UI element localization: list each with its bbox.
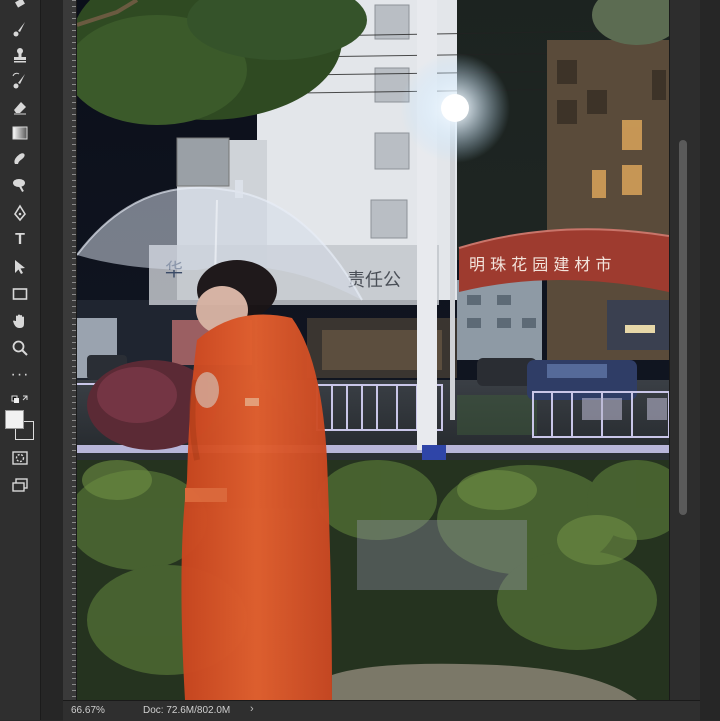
arch-sign-text: 明 珠 花 园 建 材 市	[469, 255, 612, 274]
quick-mask-icon[interactable]	[8, 447, 32, 469]
orange-coat	[181, 314, 332, 700]
foreground-color-swatch[interactable]	[5, 410, 24, 429]
type-icon[interactable]: T	[8, 229, 32, 251]
gradient-icon[interactable]	[8, 122, 32, 144]
tools-panel: T ···	[0, 0, 41, 720]
path-select-icon[interactable]	[8, 256, 32, 278]
vertical-scrollbar[interactable]	[669, 0, 700, 700]
healing-brush-icon[interactable]	[8, 0, 32, 16]
brush-icon[interactable]	[8, 18, 32, 40]
dodge-icon[interactable]	[8, 174, 32, 196]
document-canvas[interactable]: 华 责任公 明 珠 花 园 建 材 市	[77, 0, 669, 700]
eraser-icon[interactable]	[8, 96, 32, 118]
smudge-icon[interactable]	[8, 148, 32, 170]
more-tools-icon[interactable]: ···	[8, 364, 32, 386]
zoom-level[interactable]: 66.67%	[71, 705, 105, 716]
status-menu-arrow-icon[interactable]: ›	[250, 703, 254, 715]
pen-icon[interactable]	[8, 202, 32, 224]
window-edge	[700, 0, 720, 720]
hand-icon[interactable]	[8, 310, 32, 332]
screen-mode-icon[interactable]	[8, 474, 32, 496]
panel-gap	[41, 0, 63, 720]
history-brush-icon[interactable]	[8, 70, 32, 92]
zoom-icon[interactable]	[8, 337, 32, 359]
status-bar: 66.67% Doc: 72.6M/802.0M ›	[63, 700, 700, 721]
rectangle-icon[interactable]	[8, 283, 32, 305]
stamp-icon[interactable]	[8, 44, 32, 66]
photo: 华 责任公 明 珠 花 园 建 材 市	[77, 0, 669, 700]
document-size-info: Doc: 72.6M/802.0M	[143, 705, 231, 716]
vertical-ruler	[63, 0, 77, 700]
scrollbar-thumb[interactable]	[679, 140, 687, 515]
color-swatches[interactable]	[5, 410, 34, 440]
